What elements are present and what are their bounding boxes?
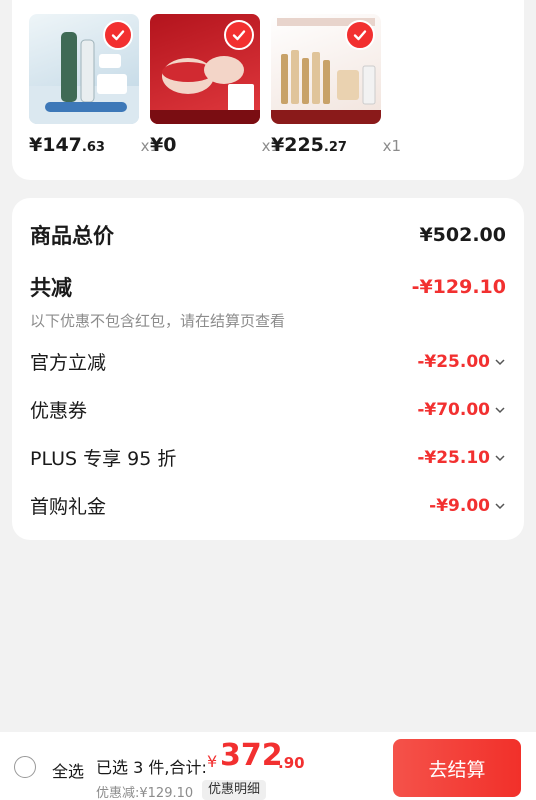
product-meta: ¥0 x1	[150, 134, 280, 160]
goods-total-label: 商品总价	[30, 224, 114, 248]
chevron-down-icon[interactable]	[494, 358, 506, 366]
select-all-label[interactable]: 全选	[52, 758, 84, 782]
product-price: ¥147.63	[29, 134, 105, 156]
discount-label: PLUS 专享 95 折	[30, 448, 177, 470]
discount-amount: -¥70.00	[417, 400, 506, 420]
discount-amount: -¥25.10	[417, 448, 506, 468]
selected-check-icon[interactable]	[345, 20, 375, 50]
selected-count: 已选 3 件,合计:	[96, 758, 207, 777]
total-amount-int: 372	[220, 738, 283, 773]
product-item-2[interactable]: ¥0 x1	[150, 14, 280, 156]
discount-note: 以下优惠不包含红包，请在结算页查看	[30, 312, 286, 330]
cart-products-card: ¥147.63 x1 ¥0 x1 ¥225.27 x1	[12, 0, 524, 180]
total-discount-value: -¥129.10	[411, 276, 506, 298]
select-all-radio[interactable]	[14, 756, 36, 778]
goods-total-value: ¥502.00	[419, 224, 506, 246]
discount-amount: -¥9.00	[429, 496, 506, 516]
goods-total-row: 商品总价 ¥502.00	[30, 220, 506, 250]
discount-label: 优惠券	[30, 400, 88, 422]
checkout-button[interactable]: 去结算	[393, 739, 521, 797]
selected-check-icon[interactable]	[224, 20, 254, 50]
discount-row-first-purchase[interactable]: 首购礼金 -¥9.00	[30, 492, 506, 519]
product-meta: ¥147.63 x1	[29, 134, 159, 160]
total-discount-label: 共减	[30, 276, 72, 300]
product-image-3[interactable]	[271, 14, 381, 124]
discount-detail-button[interactable]: 优惠明细	[202, 780, 267, 800]
product-image-2[interactable]	[150, 14, 260, 124]
total-discount-row: 共减 -¥129.10	[30, 272, 506, 302]
product-image-1[interactable]	[29, 14, 139, 124]
discount-row-official[interactable]: 官方立减 -¥25.00	[30, 348, 506, 375]
product-price: ¥225.27	[271, 134, 347, 156]
product-price: ¥0	[150, 134, 177, 156]
discount-summary: 优惠减:¥129.10	[96, 786, 194, 800]
total-amount-dec: .90	[278, 754, 305, 772]
price-summary-card: 商品总价 ¥502.00 共减 -¥129.10 以下优惠不包含红包，请在结算页…	[12, 198, 524, 540]
discount-label: 首购礼金	[30, 496, 107, 518]
chevron-down-icon[interactable]	[494, 502, 506, 510]
chevron-down-icon[interactable]	[494, 454, 506, 462]
product-item-3[interactable]: ¥225.27 x1	[271, 14, 401, 156]
product-item-1[interactable]: ¥147.63 x1	[29, 14, 159, 156]
discount-row-coupon[interactable]: 优惠券 -¥70.00	[30, 396, 506, 423]
checkout-bar: 全选 已选 3 件,合计: ¥ 372 .90 优惠减:¥129.10 优惠明细…	[0, 732, 536, 800]
total-currency: ¥	[207, 752, 218, 771]
product-meta: ¥225.27 x1	[271, 134, 401, 160]
discount-label: 官方立减	[30, 352, 107, 374]
product-qty: x1	[382, 137, 401, 155]
discount-amount: -¥25.00	[417, 352, 506, 372]
chevron-down-icon[interactable]	[494, 406, 506, 414]
discount-row-plus[interactable]: PLUS 专享 95 折 -¥25.10	[30, 444, 506, 471]
selected-check-icon[interactable]	[103, 20, 133, 50]
